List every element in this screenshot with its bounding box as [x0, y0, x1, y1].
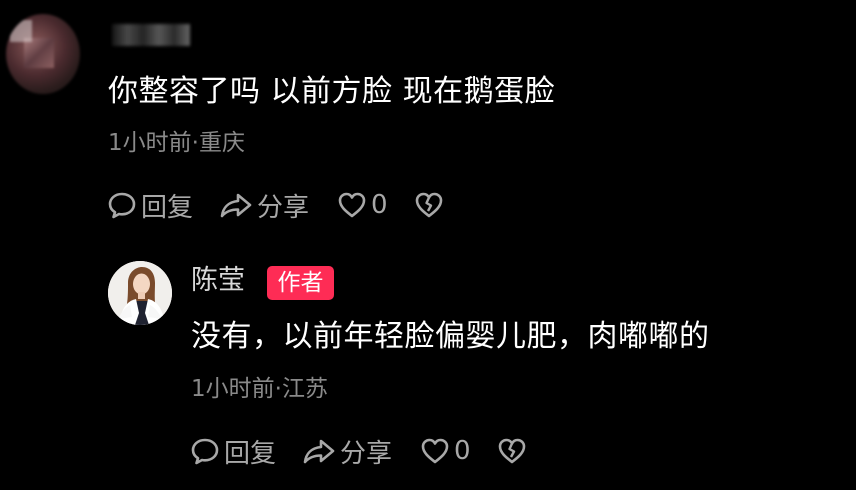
heart-icon [420, 437, 450, 465]
reply-text: 没有，以前年轻脸偏婴儿肥，肉嘟嘟的 [191, 319, 710, 354]
reply-actions: 回复 分享 0 [190, 433, 527, 469]
reply-label: 回复 [141, 192, 194, 223]
author-avatar[interactable] [108, 261, 172, 325]
share-button[interactable]: 分享 [219, 187, 309, 224]
heart-icon [337, 191, 367, 219]
dislike-button[interactable] [414, 191, 444, 219]
comment-actions: 回复 分享 0 [107, 187, 444, 223]
comment-meta: 1小时前·重庆 [108, 130, 245, 156]
reply-like-button[interactable]: 0 [420, 436, 471, 466]
commenter-avatar[interactable] [6, 14, 80, 94]
commenter-username[interactable] [112, 24, 190, 46]
reply-reply-button[interactable]: 回复 [190, 433, 276, 470]
reply-button[interactable]: 回复 [107, 187, 193, 224]
comment-bubble-icon [190, 436, 220, 466]
broken-heart-icon [497, 437, 527, 465]
share-label: 分享 [340, 438, 393, 469]
comment-text: 你整容了吗 以前方脸 现在鹅蛋脸 [108, 74, 556, 109]
reply-meta: 1小时前·江苏 [191, 376, 328, 402]
author-badge: 作者 [267, 266, 334, 300]
share-arrow-icon [302, 436, 336, 466]
reply-label: 回复 [224, 438, 277, 469]
comment-bubble-icon [107, 190, 137, 220]
broken-heart-icon [414, 191, 444, 219]
like-count: 0 [371, 190, 388, 220]
reply-dislike-button[interactable] [497, 437, 527, 465]
comment-thread: 你整容了吗 以前方脸 现在鹅蛋脸 1小时前·重庆 回复 分享 0 陈莹 作者 没… [0, 0, 856, 490]
share-arrow-icon [219, 190, 253, 220]
author-name[interactable]: 陈莹 [191, 264, 245, 298]
like-button[interactable]: 0 [337, 190, 388, 220]
like-count: 0 [454, 436, 471, 466]
reply-share-button[interactable]: 分享 [302, 433, 392, 470]
share-label: 分享 [257, 192, 310, 223]
author-photo [108, 261, 172, 325]
